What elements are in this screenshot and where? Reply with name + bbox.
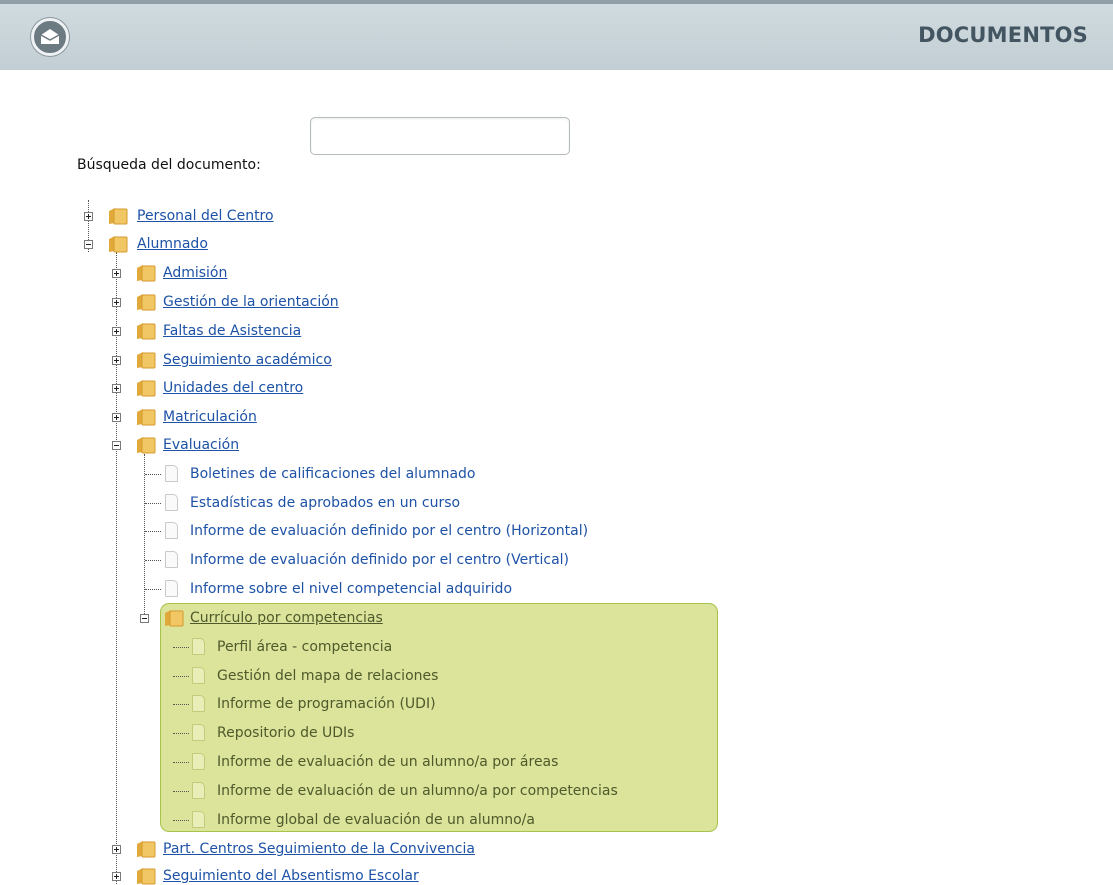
expand-toggle[interactable] <box>112 384 121 393</box>
document-icon <box>192 782 205 799</box>
tree-node-curriculo[interactable]: Currículo por competencias <box>190 609 383 627</box>
search-label: Búsqueda del documento: <box>77 157 261 173</box>
tree-node-convivencia[interactable]: Part. Centros Seguimiento de la Conviven… <box>163 840 475 858</box>
tree-doc-item[interactable]: Informe de evaluación de un alumno/a por… <box>217 753 558 771</box>
mail-icon <box>40 29 60 44</box>
tree-node-faltas[interactable]: Faltas de Asistencia <box>163 322 301 340</box>
document-icon <box>165 522 178 539</box>
document-icon <box>192 724 205 741</box>
document-icon <box>192 667 205 684</box>
folder-icon <box>137 265 156 282</box>
tree-node-evaluacion[interactable]: Evaluación <box>163 436 239 454</box>
tree-connector <box>145 531 161 532</box>
tree-connector <box>173 762 189 763</box>
tree-node-matriculacion[interactable]: Matriculación <box>163 408 257 426</box>
folder-icon <box>137 409 156 426</box>
tree-connector <box>173 647 189 648</box>
expand-toggle[interactable] <box>84 212 93 221</box>
tree-connector <box>145 560 161 561</box>
tree-connector <box>173 791 189 792</box>
folder-icon <box>137 841 156 858</box>
folder-icon <box>109 208 128 225</box>
tree-doc-item[interactable]: Informe global de evaluación de un alumn… <box>217 811 535 829</box>
document-icon <box>192 695 205 712</box>
page-title: DOCUMENTOS <box>918 23 1088 47</box>
tree-connector <box>144 454 145 618</box>
tree-node-alumnado[interactable]: Alumnado <box>137 235 208 253</box>
mail-button[interactable] <box>31 18 69 56</box>
tree-doc-item[interactable]: Perfil área - competencia <box>217 638 392 656</box>
folder-icon <box>137 294 156 311</box>
tree-doc-item[interactable]: Repositorio de UDIs <box>217 724 354 742</box>
document-icon <box>192 638 205 655</box>
expand-toggle[interactable] <box>112 298 121 307</box>
folder-open-icon <box>165 610 184 627</box>
tree-node-absentismo[interactable]: Seguimiento del Absentismo Escolar <box>163 867 419 885</box>
tree-connector <box>173 704 189 705</box>
document-icon <box>165 494 178 511</box>
folder-icon <box>137 323 156 340</box>
search-input[interactable] <box>310 117 570 155</box>
document-icon <box>165 580 178 597</box>
folder-icon <box>137 352 156 369</box>
tree-doc-item[interactable]: Informe de programación (UDI) <box>217 695 436 713</box>
expand-toggle[interactable] <box>112 872 121 881</box>
tree-doc-item[interactable]: Informe de evaluación definido por el ce… <box>190 522 588 540</box>
tree-node-seguimiento[interactable]: Seguimiento académico <box>163 351 332 369</box>
folder-open-icon <box>109 236 128 253</box>
tree-connector <box>173 733 189 734</box>
tree-doc-item[interactable]: Gestión del mapa de relaciones <box>217 667 438 685</box>
document-icon <box>192 753 205 770</box>
folder-icon <box>137 380 156 397</box>
expand-toggle[interactable] <box>112 356 121 365</box>
expand-toggle[interactable] <box>112 269 121 278</box>
expand-toggle[interactable] <box>112 413 121 422</box>
tree-doc-item[interactable]: Boletines de calificaciones del alumnado <box>190 465 476 483</box>
header-bar: DOCUMENTOS <box>0 0 1113 70</box>
tree-connector <box>116 252 117 884</box>
tree-connector <box>145 474 161 475</box>
document-icon <box>165 551 178 568</box>
tree-node-admision[interactable]: Admisión <box>163 264 227 282</box>
folder-open-icon <box>137 437 156 454</box>
tree-doc-item[interactable]: Estadísticas de aprobados en un curso <box>190 494 460 512</box>
tree-node-unidades[interactable]: Unidades del centro <box>163 379 303 397</box>
tree-connector <box>145 503 161 504</box>
expand-toggle[interactable] <box>112 327 121 336</box>
folder-icon <box>137 868 156 885</box>
tree-doc-item[interactable]: Informe sobre el nivel competencial adqu… <box>190 580 512 598</box>
collapse-toggle[interactable] <box>112 441 121 450</box>
tree-doc-item[interactable]: Informe de evaluación definido por el ce… <box>190 551 569 569</box>
document-icon <box>192 811 205 828</box>
tree-connector <box>145 589 161 590</box>
tree-node-personal[interactable]: Personal del Centro <box>137 207 274 225</box>
tree-connector <box>173 820 189 821</box>
tree-node-orientacion[interactable]: Gestión de la orientación <box>163 293 339 311</box>
collapse-toggle[interactable] <box>140 614 149 623</box>
expand-toggle[interactable] <box>112 845 121 854</box>
tree-doc-item[interactable]: Informe de evaluación de un alumno/a por… <box>217 782 618 800</box>
tree-connector <box>173 676 189 677</box>
document-icon <box>165 465 178 482</box>
collapse-toggle[interactable] <box>84 240 93 249</box>
